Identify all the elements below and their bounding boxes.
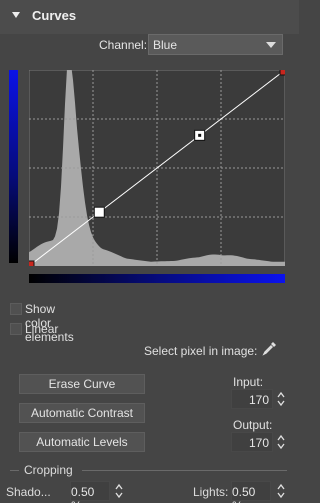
shadows-field[interactable]: 0.50 % — [70, 481, 110, 503]
output-gradient-bar — [9, 70, 18, 263]
input-field[interactable]: 170 — [231, 389, 273, 409]
curve-endpoint-handle[interactable] — [29, 260, 35, 266]
erase-curve-button[interactable]: Erase Curve — [19, 374, 145, 394]
output-label: Output: — [233, 418, 273, 432]
selected-point-marker — [198, 133, 202, 137]
output-spin-arrows-icon[interactable] — [277, 432, 285, 452]
panel-title: Curves — [32, 8, 77, 23]
output-value[interactable]: 170 — [249, 436, 269, 450]
select-pixel-label: Select pixel in image: — [144, 344, 258, 358]
lights-value[interactable]: 0.50 % — [232, 485, 267, 503]
triangle-down-icon[interactable] — [12, 12, 20, 18]
automatic-contrast-button[interactable]: Automatic Contrast — [19, 403, 145, 423]
input-label: Input: — [233, 375, 264, 389]
chevron-down-icon — [266, 42, 276, 48]
cropping-divider-right — [82, 470, 287, 471]
cropping-label: Cropping — [24, 463, 73, 477]
show-color-elements-checkbox[interactable] — [10, 303, 22, 315]
channel-value: Blue — [153, 38, 178, 52]
linear-checkbox[interactable] — [10, 323, 22, 335]
shadows-spin-arrows-icon[interactable] — [115, 481, 123, 501]
curve-endpoint-handle[interactable] — [279, 70, 285, 76]
input-gradient-bar — [29, 274, 285, 283]
channel-select[interactable]: Blue — [148, 34, 283, 55]
automatic-levels-button[interactable]: Automatic Levels — [19, 432, 145, 452]
eyedropper-icon[interactable] — [262, 340, 278, 356]
output-field[interactable]: 170 — [231, 432, 273, 452]
lights-field[interactable]: 0.50 % — [231, 481, 271, 503]
shadows-value[interactable]: 0.50 % — [71, 485, 106, 503]
shadows-label: Shado... — [6, 485, 51, 499]
input-value[interactable]: 170 — [249, 393, 269, 407]
lights-spin-arrows-icon[interactable] — [277, 481, 285, 501]
curve-editor[interactable] — [29, 70, 285, 266]
channel-label: Channel: — [99, 38, 148, 52]
input-spin-arrows-icon[interactable] — [277, 389, 285, 409]
linear-label[interactable]: Linear — [25, 322, 58, 336]
lights-label: Lights: — [193, 485, 229, 499]
cropping-divider-left — [10, 470, 19, 471]
panel-header[interactable]: Curves — [0, 0, 299, 34]
curve-control-point[interactable] — [93, 206, 105, 218]
